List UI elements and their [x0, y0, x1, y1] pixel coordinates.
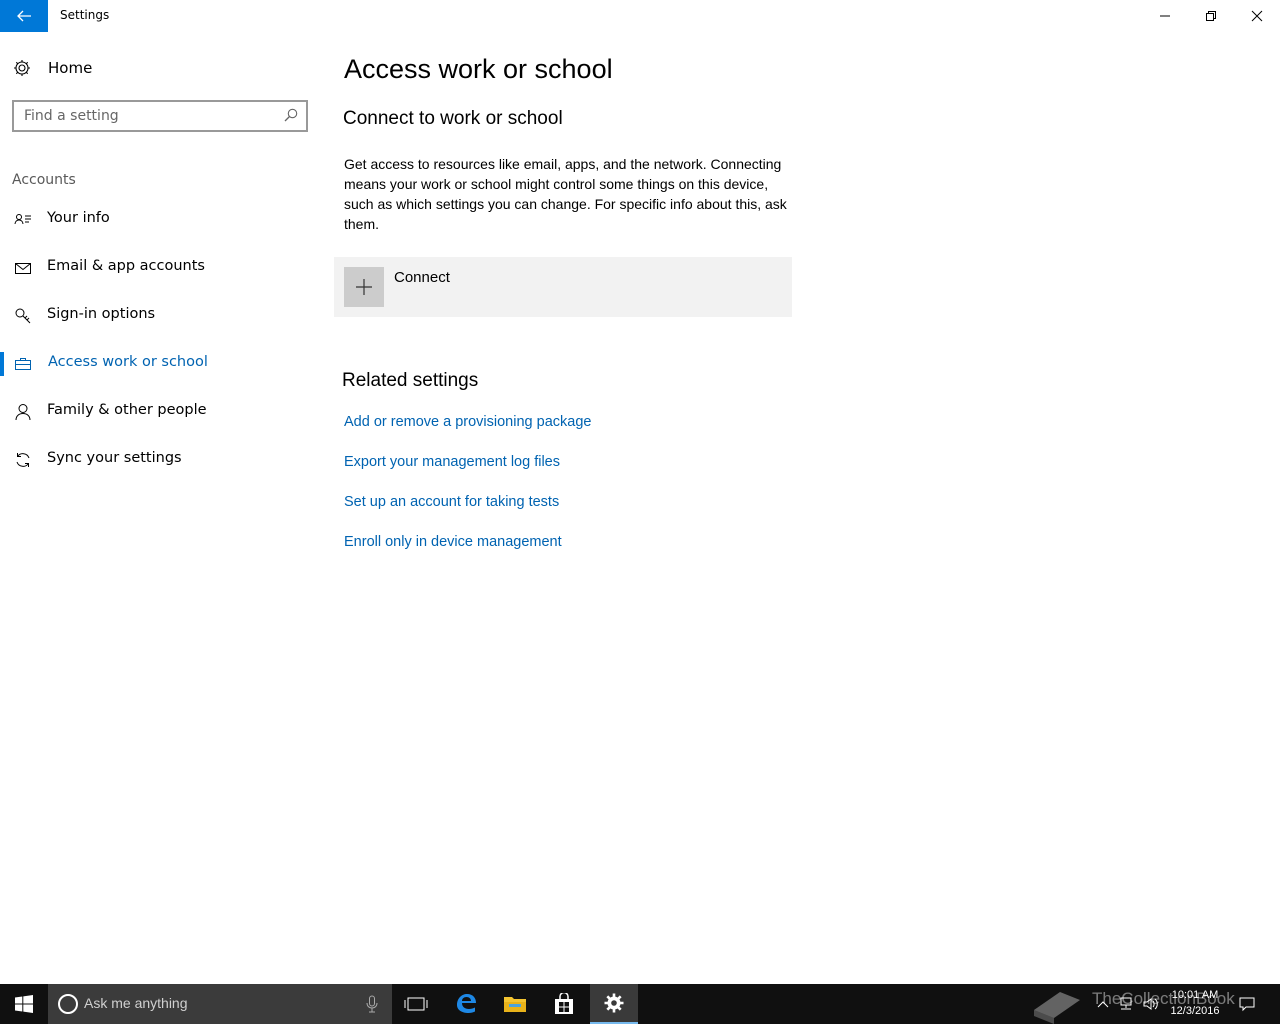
- show-hidden-icons-button[interactable]: [1094, 984, 1112, 1024]
- sidebar-item-label: Email & app accounts: [47, 258, 205, 274]
- chevron-up-icon: [1097, 1001, 1109, 1008]
- action-center-button[interactable]: [1232, 984, 1262, 1024]
- home-label: Home: [48, 59, 93, 77]
- watermark-book-icon: [1034, 992, 1080, 1024]
- section-label-accounts: Accounts: [12, 172, 76, 188]
- cortana-icon: [58, 994, 78, 1014]
- sidebar-item-your-info[interactable]: Your info: [0, 200, 320, 240]
- edge-browser-icon: [457, 994, 476, 1013]
- link-test-account[interactable]: Set up an account for taking tests: [344, 494, 559, 510]
- section-heading-connect: Connect to work or school: [343, 108, 563, 129]
- restore-button[interactable]: [1188, 0, 1234, 32]
- folder-icon: [504, 997, 526, 1012]
- sidebar-item-email-app-accounts[interactable]: Email & app accounts: [0, 248, 320, 288]
- sidebar-item-sync-your-settings[interactable]: Sync your settings: [0, 440, 320, 480]
- clock-time: 10:01 AM: [1171, 989, 1219, 1001]
- volume-icon: [1143, 998, 1158, 1010]
- sync-icon: [16, 453, 30, 467]
- task-view-icon: [404, 997, 428, 1011]
- edge-button[interactable]: [442, 984, 490, 1024]
- sidebar-item-label: Sign-in options: [47, 306, 156, 322]
- link-provisioning-package[interactable]: Add or remove a provisioning package: [344, 414, 591, 430]
- notification-icon: [1239, 997, 1255, 1012]
- minimize-button[interactable]: [1142, 0, 1188, 32]
- sidebar-item-label: Access work or school: [48, 354, 208, 370]
- volume-tray-button[interactable]: [1140, 984, 1160, 1024]
- plus-icon: [344, 267, 384, 307]
- settings-taskbar-button[interactable]: [590, 984, 638, 1024]
- taskbar: Ask me anything TheCollectionBook 10:01 …: [0, 984, 1280, 1024]
- sidebar-item-label: Sync your settings: [47, 450, 182, 466]
- key-icon: [15, 308, 31, 324]
- connect-button[interactable]: Connect: [334, 257, 792, 317]
- mail-icon: [15, 263, 31, 274]
- close-button[interactable]: [1234, 0, 1280, 32]
- cortana-search-placeholder: Ask me anything: [84, 995, 188, 1011]
- clock-date: 12/3/2016: [1170, 1005, 1220, 1017]
- gear-icon: [604, 993, 624, 1013]
- connect-label: Connect: [394, 269, 450, 286]
- close-icon: [1251, 10, 1263, 22]
- link-enroll-device-management[interactable]: Enroll only in device management: [344, 534, 562, 550]
- sidebar-item-sign-in-options[interactable]: Sign-in options: [0, 296, 320, 336]
- page-title: Access work or school: [344, 54, 613, 84]
- link-export-management-logs[interactable]: Export your management log files: [344, 454, 560, 470]
- search-icon: [284, 108, 298, 122]
- gear-icon: [14, 60, 30, 76]
- main-content: Access work or school Connect to work or…: [320, 32, 1280, 984]
- home-link[interactable]: Home: [12, 56, 92, 80]
- store-bag-icon: [555, 993, 573, 1014]
- search-input[interactable]: [14, 102, 274, 130]
- briefcase-icon: [15, 358, 31, 370]
- title-bar: Settings: [0, 0, 1280, 32]
- window-title: Settings: [60, 8, 110, 22]
- back-arrow-icon: [17, 10, 31, 22]
- search-box[interactable]: [12, 100, 308, 132]
- sidebar-item-family-other-people[interactable]: Family & other people: [0, 392, 320, 432]
- restore-icon: [1206, 11, 1216, 21]
- description-text: Get access to resources like email, apps…: [344, 156, 787, 232]
- cortana-search-box[interactable]: Ask me anything: [48, 984, 392, 1024]
- sidebar-item-label: Family & other people: [47, 402, 207, 418]
- file-explorer-button[interactable]: [491, 984, 539, 1024]
- back-button[interactable]: [0, 0, 48, 32]
- task-view-button[interactable]: [392, 984, 440, 1024]
- sidebar-item-access-work-or-school[interactable]: Access work or school: [0, 344, 320, 384]
- clock[interactable]: 10:01 AM 12/3/2016: [1160, 987, 1230, 1019]
- related-settings-heading: Related settings: [342, 370, 479, 391]
- sidebar-item-label: Your info: [47, 210, 110, 226]
- network-tray-button[interactable]: [1116, 984, 1136, 1024]
- contact-card-icon: [14, 214, 31, 225]
- network-icon: [1120, 997, 1132, 1010]
- start-button[interactable]: [0, 984, 48, 1024]
- person-icon: [15, 404, 31, 421]
- minimize-icon: [1160, 15, 1170, 17]
- sidebar: Home Accounts Your info Email & app acco…: [0, 32, 320, 984]
- microphone-icon[interactable]: [366, 995, 378, 1013]
- store-button[interactable]: [540, 984, 588, 1024]
- windows-logo-icon: [15, 995, 33, 1013]
